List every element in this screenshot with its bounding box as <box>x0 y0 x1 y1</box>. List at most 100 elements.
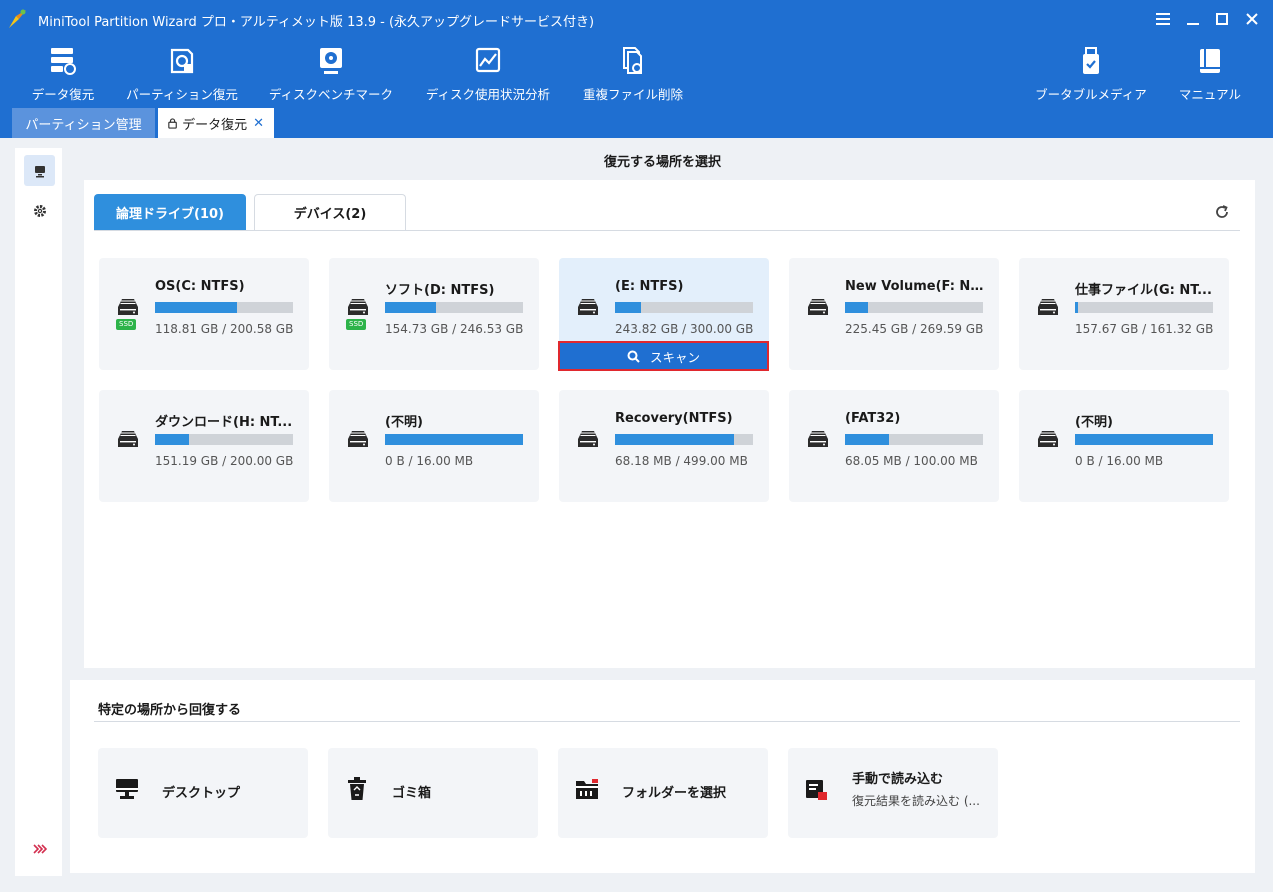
page-title: 復元する場所を選択 <box>603 155 721 170</box>
specific-location-title: 特定の場所から回復する <box>98 703 242 718</box>
toolbar-disk-benchmark[interactable]: ディスクベンチマーク <box>264 44 398 104</box>
manual-icon <box>1195 44 1225 78</box>
toolbar-space-analyzer[interactable]: ディスク使用状況分析 <box>421 44 555 104</box>
usage-bar-fill <box>385 302 436 313</box>
drive-size: 118.81 GB / 200.58 GB <box>155 322 294 336</box>
drive-card[interactable]: SSD OS(C: NTFS) 118.81 GB / 200.58 GB <box>99 258 309 370</box>
recycle-bin-icon <box>344 776 370 802</box>
rail-recovery-button[interactable] <box>24 155 55 186</box>
toolbar-label: 重複ファイル削除 <box>582 87 683 102</box>
drive-size: 225.45 GB / 269.59 GB <box>845 322 984 336</box>
hard-drive-icon <box>805 296 831 318</box>
tab-devices[interactable]: デバイス(2) <box>254 194 406 230</box>
usage-bar-fill <box>615 302 641 313</box>
close-icon[interactable] <box>1237 6 1267 32</box>
drive-card[interactable]: Recovery(NTFS) 68.18 MB / 499.00 MB <box>559 390 769 502</box>
drive-size: 151.19 GB / 200.00 GB <box>155 454 294 468</box>
tab-close-icon[interactable]: ✕ <box>253 116 264 131</box>
tab-partition-management[interactable]: パーティション管理 <box>12 108 155 138</box>
usage-bar <box>155 434 293 445</box>
drive-name: ダウンロード(H: NT... <box>155 415 293 430</box>
hard-drive-icon <box>1035 296 1061 318</box>
usage-bar <box>1075 302 1213 313</box>
rail-settings-button[interactable] <box>24 195 55 226</box>
drive-card[interactable]: ダウンロード(H: NT... 151.19 GB / 200.00 GB <box>99 390 309 502</box>
scan-button[interactable]: スキャン <box>558 341 769 371</box>
hard-drive-icon <box>575 428 601 450</box>
tab-label: データ復元 <box>182 117 248 133</box>
location-sublabel: 復元結果を読み込む (... <box>852 794 980 808</box>
drive-card[interactable]: (不明) 0 B / 16.00 MB <box>329 390 539 502</box>
refresh-icon[interactable] <box>1212 202 1232 222</box>
drive-size: 154.73 GB / 246.53 GB <box>385 322 524 336</box>
drive-size: 157.67 GB / 161.32 GB <box>1075 322 1214 336</box>
usage-bar <box>385 434 523 445</box>
usage-bar <box>155 302 293 313</box>
drive-size: 243.82 GB / 300.00 GB <box>615 322 754 336</box>
tab-label: 論理ドライブ(10) <box>116 206 224 222</box>
left-rail <box>15 148 62 876</box>
location-select-folder[interactable]: フォルダーを選択 <box>558 748 768 838</box>
location-label: ゴミ箱 <box>392 786 432 801</box>
usage-bar-fill <box>845 434 889 445</box>
toolbar-label: マニュアル <box>1178 87 1242 102</box>
drive-name: (不明) <box>1075 415 1113 430</box>
drive-size: 68.05 MB / 100.00 MB <box>845 454 978 468</box>
drive-size: 68.18 MB / 499.00 MB <box>615 454 748 468</box>
menu-icon[interactable] <box>1148 6 1178 32</box>
minimize-icon[interactable] <box>1178 6 1208 32</box>
drive-size: 0 B / 16.00 MB <box>385 454 474 468</box>
divider <box>94 721 1240 722</box>
gear-icon <box>33 204 46 217</box>
location-recycle-bin[interactable]: ゴミ箱 <box>328 748 538 838</box>
toolbar-label: データ復元 <box>31 87 95 102</box>
toolbar-label: ブータブルメディア <box>1035 87 1147 102</box>
data-recovery-icon <box>48 44 78 78</box>
location-load-manually[interactable]: 手動で読み込む 復元結果を読み込む (... <box>788 748 998 838</box>
drive-name: (不明) <box>385 415 423 430</box>
toolbar-label: パーティション復元 <box>126 87 238 102</box>
folder-icon <box>574 776 600 802</box>
ssd-badge: SSD <box>346 319 367 330</box>
expand-sidebar-icon[interactable] <box>30 840 50 858</box>
drive-name: New Volume(F: NTFS) <box>845 279 985 294</box>
usage-bar <box>1075 434 1213 445</box>
toolbar-duplicate-file[interactable]: 重複ファイル削除 <box>578 44 688 104</box>
tab-data-recovery[interactable]: データ復元 ✕ <box>158 108 274 138</box>
toolbar-bootable-media[interactable]: ブータブルメディア <box>1030 44 1152 104</box>
usage-bar <box>385 302 523 313</box>
location-label: 手動で読み込む <box>852 772 944 787</box>
ssd-badge: SSD <box>116 319 137 330</box>
search-icon <box>627 350 640 363</box>
drive-card[interactable]: (FAT32) 68.05 MB / 100.00 MB <box>789 390 999 502</box>
drive-card[interactable]: 仕事ファイル(G: NT... 157.67 GB / 161.32 GB <box>1019 258 1229 370</box>
hard-drive-icon <box>1035 428 1061 450</box>
maximize-icon[interactable] <box>1207 6 1237 32</box>
usage-bar-fill <box>1075 434 1213 445</box>
tab-label: パーティション管理 <box>25 117 142 133</box>
usage-bar-fill <box>615 434 734 445</box>
hard-drive-icon <box>805 428 831 450</box>
toolbar-manual[interactable]: マニュアル <box>1176 44 1244 104</box>
hard-drive-icon <box>575 296 601 318</box>
app-logo-icon <box>9 9 26 28</box>
location-label: デスクトップ <box>162 786 241 801</box>
desktop-icon <box>114 776 140 802</box>
location-desktop[interactable]: デスクトップ <box>98 748 308 838</box>
drive-card[interactable]: SSD ソフト(D: NTFS) 154.73 GB / 246.53 GB <box>329 258 539 370</box>
drive-card[interactable]: (不明) 0 B / 16.00 MB <box>1019 390 1229 502</box>
scan-label: スキャン <box>649 349 700 365</box>
hard-drive-icon <box>115 296 141 318</box>
disk-benchmark-icon <box>316 44 346 78</box>
drive-name: (E: NTFS) <box>615 279 684 294</box>
drive-card[interactable]: New Volume(F: NTFS) 225.45 GB / 269.59 GB <box>789 258 999 370</box>
drive-name: Recovery(NTFS) <box>615 411 733 426</box>
toolbar-data-recovery[interactable]: データ復元 <box>28 44 98 104</box>
usage-bar <box>845 434 983 445</box>
tab-logical-drives[interactable]: 論理ドライブ(10) <box>94 194 246 230</box>
drive-name: ソフト(D: NTFS) <box>385 283 495 298</box>
toolbar-partition-recovery[interactable]: パーティション復元 <box>122 44 242 104</box>
drive-size: 0 B / 16.00 MB <box>1075 454 1164 468</box>
usage-bar-fill <box>1075 302 1078 313</box>
usage-bar-fill <box>155 302 237 313</box>
